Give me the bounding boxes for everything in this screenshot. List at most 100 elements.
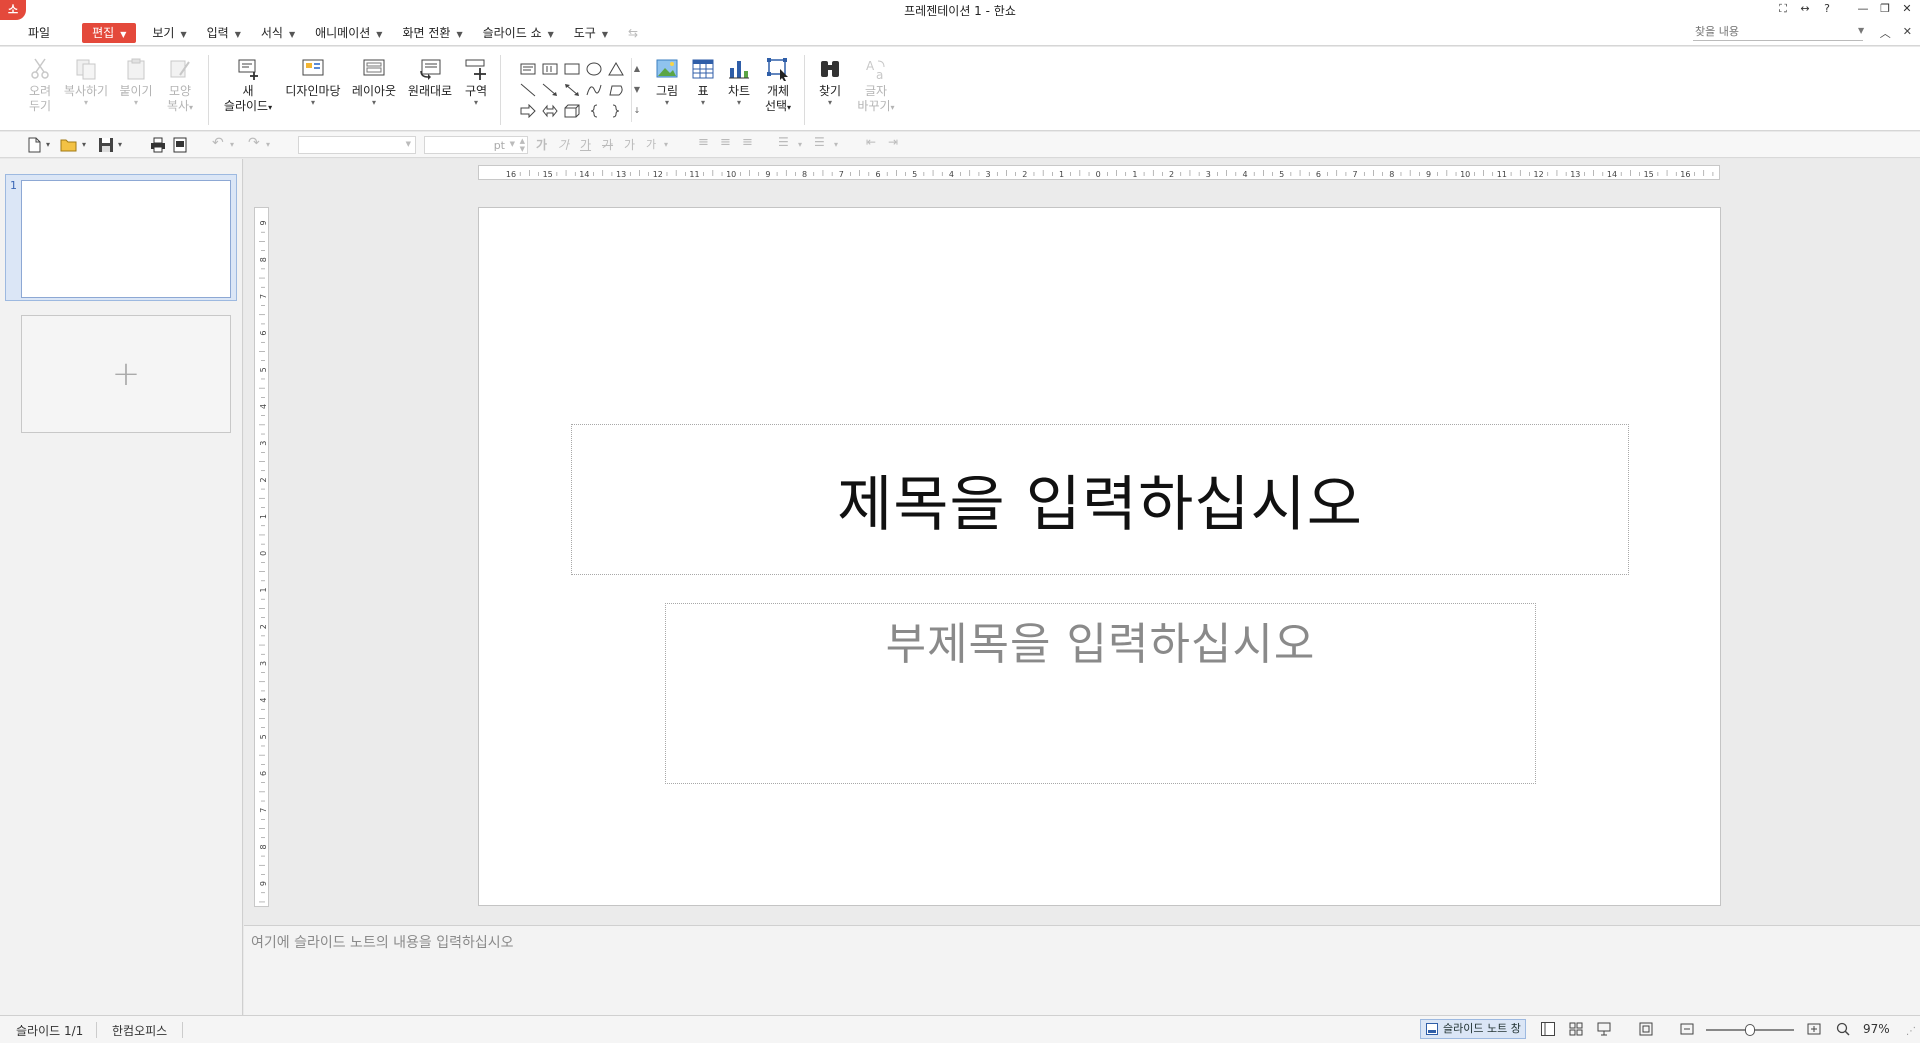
chevron-down-icon[interactable]: ▼ [1858, 26, 1864, 35]
align-center-icon[interactable]: ≡ [720, 135, 731, 151]
print-icon[interactable] [150, 137, 166, 153]
copy-button[interactable]: 복사하기 ▾ [62, 57, 110, 107]
bullet-list-icon[interactable]: ☰ [778, 135, 789, 151]
menu-tools[interactable]: 도구 ▼ [564, 23, 618, 43]
scroll-up-icon[interactable]: ▲ [632, 58, 642, 79]
scroll-down-icon[interactable]: ▼ [632, 79, 642, 100]
print-preview-icon[interactable] [172, 137, 188, 153]
right-arrow-icon[interactable] [517, 100, 539, 121]
italic-icon[interactable]: 가 [558, 136, 569, 152]
slide-sorter-view-icon[interactable] [1569, 1022, 1583, 1036]
cube-icon[interactable] [561, 100, 583, 121]
menu-transition[interactable]: 화면 전환 ▼ [392, 23, 472, 43]
subtitle-placeholder[interactable]: 부제목을 입력하십시오 [665, 603, 1536, 784]
section-button[interactable]: 구역 ▾ [462, 57, 490, 107]
slideshow-view-icon[interactable] [1597, 1022, 1611, 1036]
slide-canvas[interactable]: 제목을 입력하십시오 부제목을 입력하십시오 [478, 207, 1721, 906]
text-box-horizontal-icon[interactable] [517, 58, 539, 79]
line-icon[interactable] [517, 79, 539, 100]
chevron-down-icon[interactable]: ▾ [82, 140, 86, 156]
font-color-icon[interactable]: 가 [646, 136, 656, 152]
open-folder-icon[interactable] [60, 137, 78, 153]
insert-picture-button[interactable]: 그림 ▾ [652, 57, 682, 107]
help-icon[interactable]: ? [1820, 1, 1834, 17]
menu-edit[interactable]: 편집 ▼ [82, 23, 137, 43]
font-grow-icon[interactable]: 가 [624, 136, 635, 152]
magnifier-icon[interactable] [1836, 1022, 1850, 1036]
menu-slideshow[interactable]: 슬라이드 쇼 ▼ [473, 23, 564, 43]
right-brace-icon[interactable] [605, 100, 627, 121]
slide-thumbnail-selected[interactable]: 1 [5, 174, 237, 301]
format-painter-button[interactable]: 모양 복사▾ [164, 57, 196, 115]
align-right-icon[interactable]: ≡ [742, 135, 753, 151]
chevron-down-icon[interactable]: ▾ [230, 140, 234, 156]
slide-notes-pane[interactable]: 여기에 슬라이드 노트의 내용을 입력하십시오 [244, 925, 1920, 1015]
normal-view-icon[interactable] [1541, 1022, 1555, 1036]
chevron-down-icon[interactable]: ▾ [664, 140, 668, 156]
bold-icon[interactable]: 가 [536, 136, 547, 152]
layout-button[interactable]: 레이아웃 ▾ [350, 57, 398, 107]
collapse-ribbon-icon[interactable]: ︿ [1880, 25, 1891, 41]
menu-animation[interactable]: 애니메이션 ▼ [305, 23, 392, 43]
arrow-line-icon[interactable] [539, 79, 561, 100]
align-left-icon[interactable]: ≡ [698, 135, 709, 151]
save-icon[interactable] [98, 137, 114, 153]
replace-button[interactable]: Aa 글자 바꾸기▾ [856, 57, 896, 115]
minimize-icon[interactable]: — [1856, 1, 1870, 17]
add-slide-button[interactable]: + [21, 315, 231, 433]
fit-slide-icon[interactable] [1639, 1022, 1653, 1036]
menu-format[interactable]: 서식 ▼ [251, 23, 305, 43]
select-objects-button[interactable]: 개체 선택▾ [762, 57, 794, 115]
text-box-vertical-icon[interactable] [539, 58, 561, 79]
insert-chart-button[interactable]: 차트 ▾ [724, 57, 754, 107]
reset-slide-button[interactable]: 원래대로 [406, 57, 454, 99]
decrease-indent-icon[interactable]: ⇤ [866, 135, 876, 151]
zoom-slider-handle[interactable] [1745, 1024, 1755, 1036]
menu-file[interactable]: 파일 [18, 23, 60, 43]
chevron-down-icon[interactable]: ▾ [118, 140, 122, 156]
zoom-level[interactable]: 97% [1863, 1022, 1890, 1036]
chevron-down-icon[interactable]: ▾ [834, 140, 838, 156]
left-right-arrow-icon[interactable] [539, 100, 561, 121]
paste-button[interactable]: 붙이기 ▾ [117, 57, 155, 107]
increase-indent-icon[interactable]: ⇥ [888, 135, 898, 151]
font-size-input[interactable]: pt ▼ ▲ ▼ [424, 136, 528, 154]
spinner-icon[interactable]: ▲ ▼ [520, 137, 525, 153]
ribbon-collapse-icon[interactable]: ⇆ [618, 23, 648, 43]
zoom-in-icon[interactable] [1807, 1022, 1821, 1036]
new-slide-button[interactable]: 새 슬라이드▾ [220, 57, 276, 115]
menu-insert[interactable]: 입력 ▼ [197, 23, 251, 43]
fit-width-icon[interactable]: ↔ [1798, 1, 1812, 17]
left-brace-icon[interactable] [583, 100, 605, 121]
chevron-down-icon[interactable]: ▾ [266, 140, 270, 156]
zoom-out-icon[interactable] [1680, 1022, 1694, 1036]
new-document-icon[interactable] [26, 137, 42, 153]
font-name-select[interactable]: ▼ [298, 136, 416, 154]
rectangle-icon[interactable] [561, 58, 583, 79]
notes-pane-toggle[interactable]: 슬라이드 노트 창 [1420, 1019, 1526, 1039]
underline-icon[interactable]: 가 [580, 136, 591, 152]
triangle-icon[interactable] [605, 58, 627, 79]
insert-table-button[interactable]: 표 ▾ [690, 57, 716, 107]
title-placeholder[interactable]: 제목을 입력하십시오 [571, 424, 1629, 575]
redo-icon[interactable]: ↷ [248, 135, 260, 151]
find-button[interactable]: 찾기 ▾ [814, 57, 846, 107]
search-input[interactable] [1693, 23, 1863, 41]
shapes-scrollbar[interactable]: ▲ ▼ ↓ [631, 58, 642, 122]
numbered-list-icon[interactable]: ☰ [814, 135, 825, 151]
close-icon[interactable]: ✕ [1900, 1, 1914, 17]
expand-gallery-icon[interactable]: ↓ [632, 100, 642, 121]
curve-icon[interactable] [583, 79, 605, 100]
menu-view[interactable]: 보기 ▼ [142, 23, 196, 43]
undo-icon[interactable]: ↶ [212, 135, 224, 151]
chevron-down-icon[interactable]: ▾ [46, 140, 50, 156]
strikethrough-icon[interactable]: 가 [602, 136, 613, 152]
freeform-icon[interactable] [605, 79, 627, 100]
slide-thumbnail-1[interactable] [21, 180, 231, 298]
ellipse-icon[interactable] [583, 58, 605, 79]
resize-grip-icon[interactable]: ⋰ [1906, 1026, 1916, 1037]
chevron-down-icon[interactable]: ▾ [798, 140, 802, 156]
close-document-icon[interactable]: ✕ [1903, 25, 1912, 41]
double-arrow-line-icon[interactable] [561, 79, 583, 100]
fullscreen-icon[interactable]: ⛶ [1776, 1, 1790, 17]
